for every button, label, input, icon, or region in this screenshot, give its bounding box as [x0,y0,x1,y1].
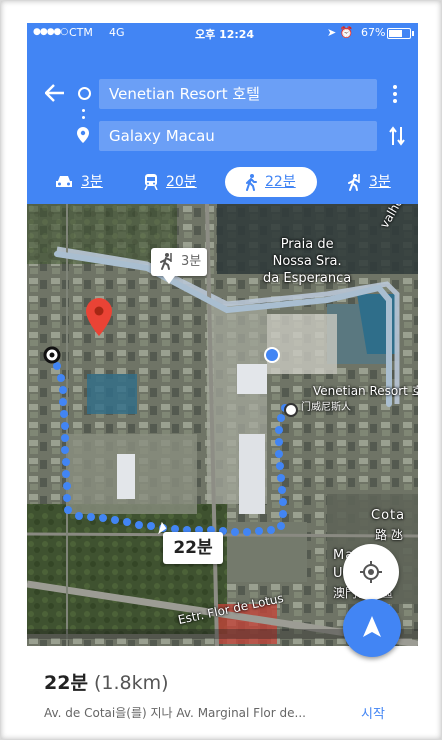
car-icon [56,176,72,187]
red-pin-icon[interactable] [86,298,112,336]
map-label-cotai-cn: 路 氹 [375,528,403,542]
origin-circle-icon [78,87,91,100]
battery-fill [389,30,403,37]
destination-field[interactable]: Galaxy Macau [99,121,377,151]
route-time-callout[interactable]: 22분 [163,532,223,564]
origin-marker-icon [284,403,298,417]
network-label: 4G [109,26,125,39]
route-duration: 22분 (1.8km) [44,668,169,695]
map-label-venetian: Venetian Resort 호텔 [313,384,418,398]
map-label-praia-3: da Esperanca [263,271,352,286]
carrier-label: CTM [69,26,93,39]
destination-pin-icon [77,127,89,143]
map-label-praia: Praia de Nossa Sra. da Esperanca [263,236,351,287]
battery-percent: 67% [361,26,386,39]
my-location-button[interactable] [343,544,399,600]
swap-icon[interactable] [389,125,405,147]
navigation-arrow-icon [363,616,381,637]
alt-route-callout[interactable]: 3분 [151,248,207,284]
tab-drive-label: 3분 [81,174,103,190]
distance-value: (1.8km) [93,672,169,694]
train-icon [144,174,158,190]
tab-transit[interactable]: 20분 [144,167,197,197]
ride-icon [348,173,360,191]
directions-header: Venetian Resort 호텔 Galaxy Macau 3분 20분 2… [27,43,418,204]
ride-icon [160,253,172,270]
route-dots-icon [82,109,85,123]
route-via-text: Av. de Cotai을(를) 지나 Av. Marginal Flor de… [44,706,306,720]
navigate-button[interactable] [343,599,401,657]
map-label-cotai: Cota [371,508,406,523]
battery-icon [387,28,414,39]
map-label-praia-1: Praia de [280,237,334,252]
start-button[interactable]: 시작 [361,703,385,722]
status-bar: ●●●●○ CTM 4G 오후 12:24 ➤ ⏰ 67% [27,23,418,43]
map-label-praia-2: Nossa Sra. [272,254,342,269]
current-location-dot-icon [264,347,280,363]
travel-mode-tabs: 3분 20분 22분 3분 [27,165,418,199]
duration-value: 22분 [44,672,88,694]
tab-ride[interactable]: 3분 [347,167,391,197]
crosshair-icon [360,561,382,583]
tab-drive[interactable]: 3분 [55,167,103,197]
signal-icon: ●●●●○ [33,27,68,37]
tab-transit-label: 20분 [166,174,197,190]
tab-walk-label: 22분 [265,174,296,190]
walk-icon [246,173,257,191]
back-arrow-icon[interactable] [44,83,65,107]
tab-ride-label: 3분 [369,174,391,190]
map-label-venetian-cn: 门威尼斯人 [301,402,351,413]
route-summary-sheet[interactable]: 22분 (1.8km) Av. de Cotai을(를) 지나 Av. Marg… [27,646,418,727]
tab-walk[interactable]: 22분 [225,167,317,197]
app-frame: ●●●●○ CTM 4G 오후 12:24 ➤ ⏰ 67% Venetian R… [0,0,442,740]
clock: 오후 12:24 [195,28,255,41]
map-view[interactable]: valho Praia de Nossa Sra. da Esperanca V… [27,204,418,646]
alt-route-time: 3분 [181,254,202,269]
more-menu-icon[interactable] [393,85,397,106]
destination-marker-icon [43,346,61,364]
origin-field[interactable]: Venetian Resort 호텔 [99,79,377,109]
phone-screen: ●●●●○ CTM 4G 오후 12:24 ➤ ⏰ 67% Venetian R… [27,23,418,727]
location-alarm-icon: ➤ ⏰ [327,26,354,39]
